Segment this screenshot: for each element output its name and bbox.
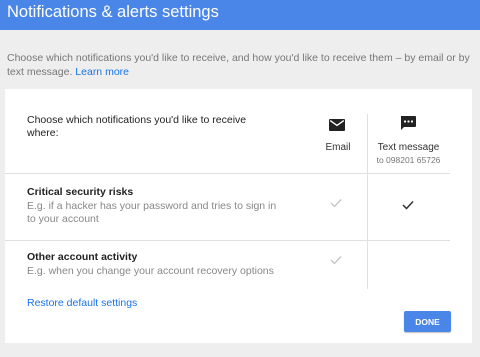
row-divider-header: [5, 173, 450, 174]
row-divider-1: [5, 240, 450, 241]
row-title-critical-security: Critical security risks: [27, 186, 134, 198]
row-desc-critical-security: E.g. if a hacker has your password and t…: [27, 200, 277, 225]
intro-text: Choose which notifications you'd like to…: [7, 51, 473, 79]
email-checkmark-disabled-icon: [330, 256, 342, 265]
phone-number-label: to 098201 65726: [376, 155, 441, 165]
row-desc-other-activity: E.g. when you change your account recove…: [27, 265, 274, 277]
text-message-checkbox-other[interactable]: [397, 249, 419, 271]
email-checkmark-disabled-icon: [330, 199, 342, 208]
table-prompt: Choose which notifications you'd like to…: [27, 114, 247, 139]
column-divider: [367, 114, 368, 289]
header-bar: Notifications & alerts settings: [0, 0, 480, 30]
page-title: Notifications & alerts settings: [7, 3, 219, 21]
text-message-checkbox-critical[interactable]: [402, 200, 414, 210]
done-button[interactable]: DONE: [404, 311, 451, 332]
row-title-other-activity: Other account activity: [27, 251, 138, 263]
email-icon: [329, 119, 345, 131]
learn-more-link[interactable]: Learn more: [75, 66, 129, 78]
restore-defaults-link[interactable]: Restore default settings: [27, 297, 137, 309]
text-message-icon: [400, 116, 416, 130]
email-column-header: Email: [325, 142, 351, 153]
settings-card: Choose which notifications you'd like to…: [5, 89, 472, 343]
text-message-column-header: Text message: [377, 142, 440, 153]
